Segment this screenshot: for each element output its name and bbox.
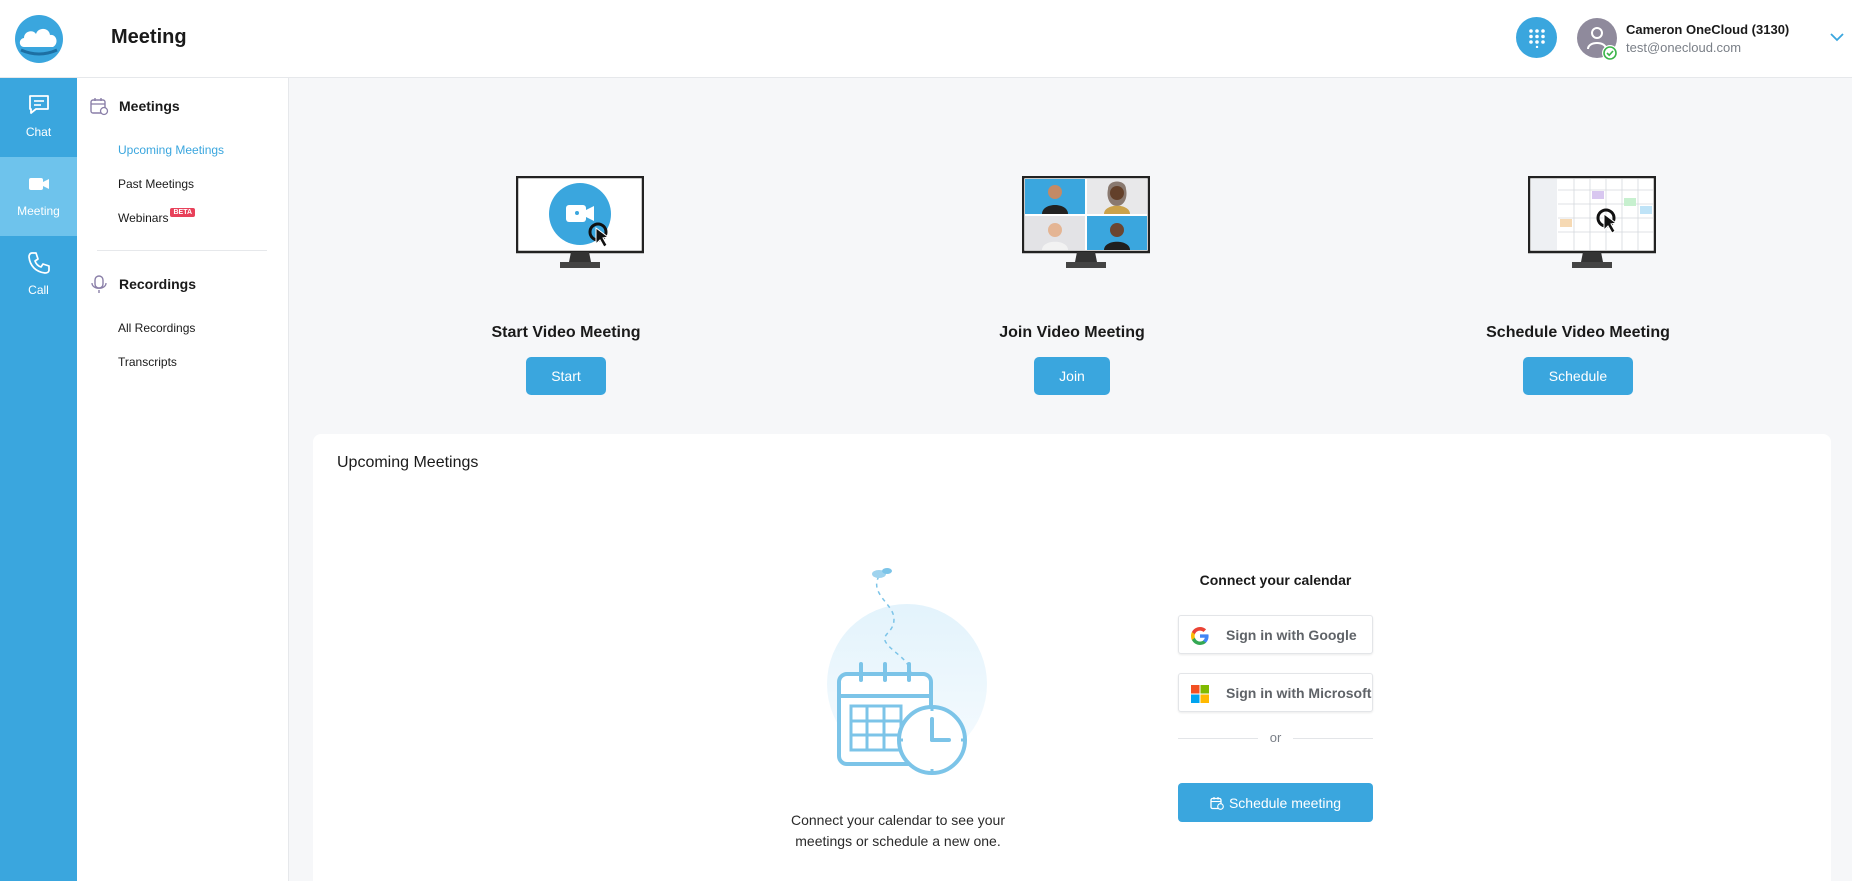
app-rail: Chat Meeting Call xyxy=(0,78,77,881)
microsoft-label: Sign in with Microsoft xyxy=(1226,685,1372,701)
onecloud-logo[interactable] xyxy=(12,14,66,64)
start-meeting-title: Start Video Meeting xyxy=(491,324,641,341)
nav-all-recordings[interactable]: All Recordings xyxy=(118,321,195,335)
or-divider: or xyxy=(1178,730,1373,746)
google-icon xyxy=(1191,627,1209,645)
rail-label: Call xyxy=(28,283,49,297)
join-meeting-card: Join Video Meeting Join xyxy=(972,172,1172,402)
presence-status-badge xyxy=(1602,45,1618,61)
sign-in-google-button[interactable]: Sign in with Google xyxy=(1178,615,1373,654)
section-title: Meetings xyxy=(119,98,180,114)
connect-calendar-title: Connect your calendar xyxy=(1199,572,1352,588)
schedule-meeting-title: Schedule Video Meeting xyxy=(1486,324,1670,341)
meeting-subnav: Meetings Upcoming Meetings Past Meetings… xyxy=(77,78,289,881)
user-name: Cameron OneCloud (3130) xyxy=(1626,22,1790,37)
section-meetings: Meetings xyxy=(89,96,180,116)
dialpad-button[interactable] xyxy=(1516,17,1557,58)
rail-item-chat[interactable]: Chat xyxy=(0,78,77,157)
join-meeting-illustration xyxy=(1022,176,1150,268)
google-label: Sign in with Google xyxy=(1226,627,1357,643)
beta-badge: BETA xyxy=(170,208,196,217)
upcoming-meetings-panel: Upcoming Meetings Connect your calendar … xyxy=(313,434,1831,881)
schedule-meeting-button[interactable]: Schedule meeting xyxy=(1178,783,1373,822)
microsoft-icon xyxy=(1191,685,1209,703)
start-meeting-card: Start Video Meeting Start xyxy=(466,172,666,402)
join-button[interactable]: Join xyxy=(1034,357,1110,395)
page-title: Meeting xyxy=(111,26,187,48)
phone-icon xyxy=(27,252,50,274)
or-line-right xyxy=(1293,738,1373,739)
nav-upcoming-meetings[interactable]: Upcoming Meetings xyxy=(118,143,224,157)
rail-label: Meeting xyxy=(17,204,60,218)
start-meeting-illustration xyxy=(516,176,644,268)
schedule-meeting-card: Schedule Video Meeting Schedule xyxy=(1478,172,1678,402)
nav-webinars[interactable]: Webinars BETA xyxy=(118,208,196,225)
check-circle-icon xyxy=(1603,46,1617,60)
dialpad-icon xyxy=(1528,28,1545,48)
schedule-meeting-label: Schedule meeting xyxy=(1228,794,1342,811)
start-button[interactable]: Start xyxy=(526,357,606,395)
nav-webinars-label: Webinars xyxy=(118,211,169,225)
microphone-icon xyxy=(91,275,107,293)
rail-item-meeting[interactable]: Meeting xyxy=(0,157,77,236)
rail-item-call[interactable]: Call xyxy=(0,236,77,315)
user-email: test@onecloud.com xyxy=(1626,40,1742,55)
join-meeting-title: Join Video Meeting xyxy=(999,324,1145,341)
schedule-meeting-illustration xyxy=(1528,176,1656,268)
rail-label: Chat xyxy=(25,125,52,139)
section-recordings: Recordings xyxy=(89,274,196,294)
nav-past-meetings[interactable]: Past Meetings xyxy=(118,177,194,191)
schedule-button[interactable]: Schedule xyxy=(1523,357,1633,395)
empty-state-text: Connect your calendar to see your meetin… xyxy=(790,812,1005,849)
chat-icon xyxy=(28,95,49,114)
video-camera-icon xyxy=(28,178,49,190)
panel-title: Upcoming Meetings xyxy=(337,454,479,471)
calendar-icon xyxy=(90,98,109,116)
subnav-divider xyxy=(97,250,267,251)
calendar-clock-illustration xyxy=(827,568,987,775)
section-title: Recordings xyxy=(119,276,197,292)
app-header: Meeting Cameron OneCloud (3130) test@one… xyxy=(0,0,1852,78)
calendar-icon xyxy=(1210,796,1224,810)
chevron-down-icon[interactable] xyxy=(1828,28,1846,46)
nav-transcripts[interactable]: Transcripts xyxy=(118,355,177,369)
sign-in-microsoft-button[interactable]: Sign in with Microsoft xyxy=(1178,673,1373,712)
